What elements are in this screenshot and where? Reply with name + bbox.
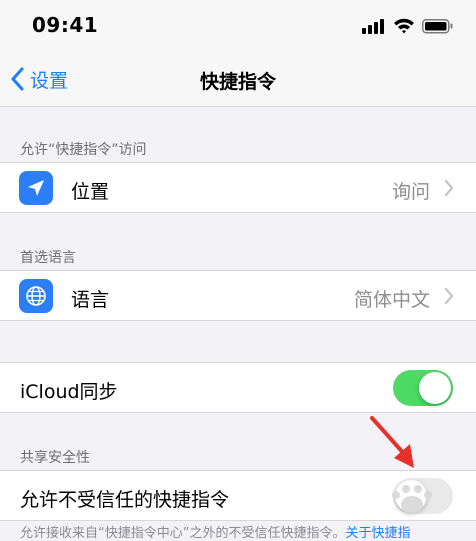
wifi-icon bbox=[394, 18, 414, 34]
location-label: 位置 bbox=[71, 181, 110, 203]
globe-icon bbox=[19, 279, 53, 313]
annotation-arrow-icon bbox=[370, 416, 414, 468]
chevron-right-icon bbox=[444, 287, 454, 305]
status-time: 09:41 bbox=[32, 13, 99, 37]
section-header-language: 首选语言 bbox=[20, 250, 76, 266]
location-arrow-icon bbox=[19, 171, 53, 205]
untrusted-shortcuts-label: 允许不受信任的快捷指令 bbox=[20, 489, 230, 511]
location-value: 询问 bbox=[391, 181, 430, 203]
language-value: 简体中文 bbox=[353, 289, 430, 311]
language-label: 语言 bbox=[71, 289, 110, 311]
location-row[interactable]: 位置 询问 bbox=[0, 162, 476, 213]
section-header-sharing: 共享安全性 bbox=[20, 450, 90, 466]
battery-icon bbox=[422, 19, 453, 34]
footer-link[interactable]: 关于快捷指 bbox=[345, 526, 410, 541]
icloud-sync-toggle[interactable] bbox=[393, 370, 453, 406]
page-title: 快捷指令 bbox=[199, 71, 276, 93]
status-indicators bbox=[362, 18, 453, 34]
icloud-sync-label: iCloud同步 bbox=[20, 381, 118, 403]
icloud-sync-row: iCloud同步 bbox=[0, 362, 476, 413]
status-bar: 09:41 bbox=[0, 0, 476, 52]
language-row[interactable]: 语言 简体中文 bbox=[0, 270, 476, 321]
watermark-logo bbox=[392, 485, 432, 514]
section-footer: 允许接收来自“快捷指令中心”之外的不受信任快捷指令。关于快捷指 bbox=[20, 522, 460, 541]
navigation-bar: 设置 快捷指令 bbox=[0, 52, 476, 107]
cellular-signal-icon bbox=[362, 19, 384, 34]
chevron-right-icon bbox=[444, 179, 454, 197]
section-header-access: 允许“快捷指令”访问 bbox=[20, 142, 147, 158]
footer-description: 允许接收来自“快捷指令中心”之外的不受信任快捷指令。 bbox=[20, 526, 346, 541]
toggle-knob bbox=[419, 372, 451, 404]
